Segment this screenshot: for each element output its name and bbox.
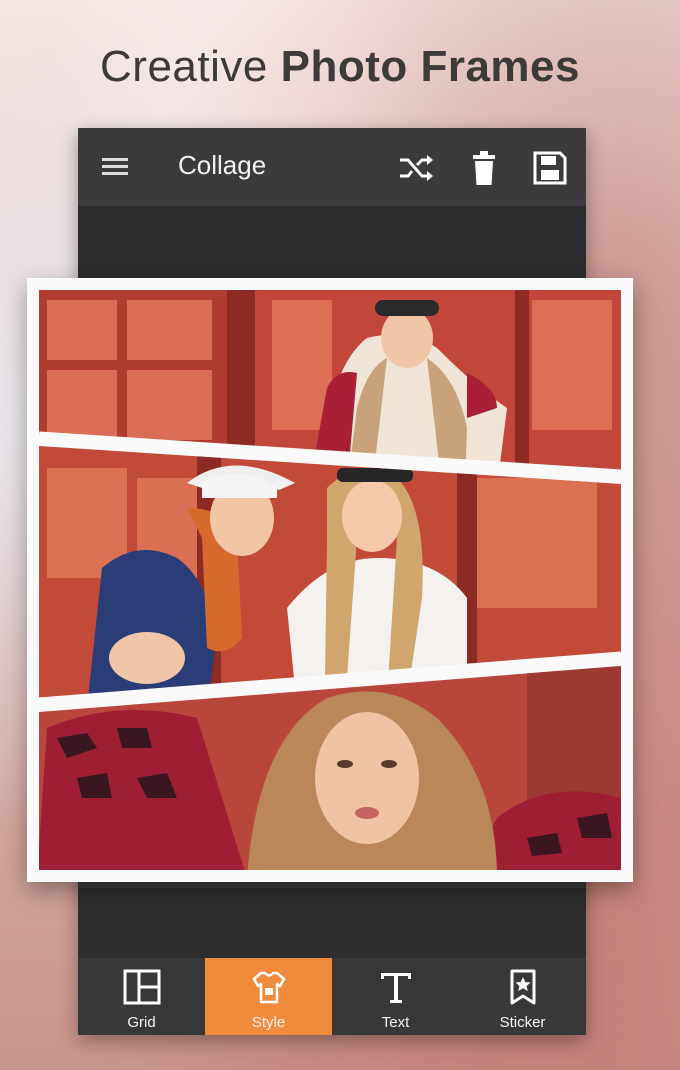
hamburger-menu-icon[interactable] <box>100 154 130 180</box>
secondary-toolbar <box>78 206 586 278</box>
nav-item-sticker[interactable]: Sticker <box>459 958 586 1035</box>
grid-icon <box>123 969 160 1005</box>
sticker-icon <box>510 969 535 1005</box>
workspace-bottom <box>78 888 586 958</box>
collage-canvas <box>27 278 633 882</box>
nav-item-text[interactable]: Text <box>332 958 459 1035</box>
nav-label-sticker: Sticker <box>499 1014 546 1031</box>
app-toolbar: Collage <box>78 128 586 206</box>
headline-bold: Photo Frames <box>280 42 580 91</box>
photo-panel-middle[interactable] <box>27 438 633 708</box>
nav-item-style[interactable]: Style <box>205 958 332 1035</box>
shirt-icon <box>252 971 285 1004</box>
toolbar-title: Collage <box>178 150 267 180</box>
save-icon[interactable] <box>530 148 570 188</box>
bottom-navigation: Grid Style Text Sticker <box>78 958 586 1035</box>
nav-item-grid[interactable]: Grid <box>78 958 205 1035</box>
text-icon <box>380 973 411 1003</box>
headline: Creative Photo Frames <box>0 42 680 92</box>
shuffle-icon[interactable] <box>396 148 436 188</box>
headline-light: Creative <box>100 42 268 91</box>
collage-frame[interactable] <box>27 278 633 882</box>
trash-icon[interactable] <box>464 148 504 188</box>
nav-label-text: Text <box>381 1014 410 1031</box>
nav-label-style: Style <box>251 1014 286 1031</box>
nav-label-grid: Grid <box>127 1014 156 1031</box>
